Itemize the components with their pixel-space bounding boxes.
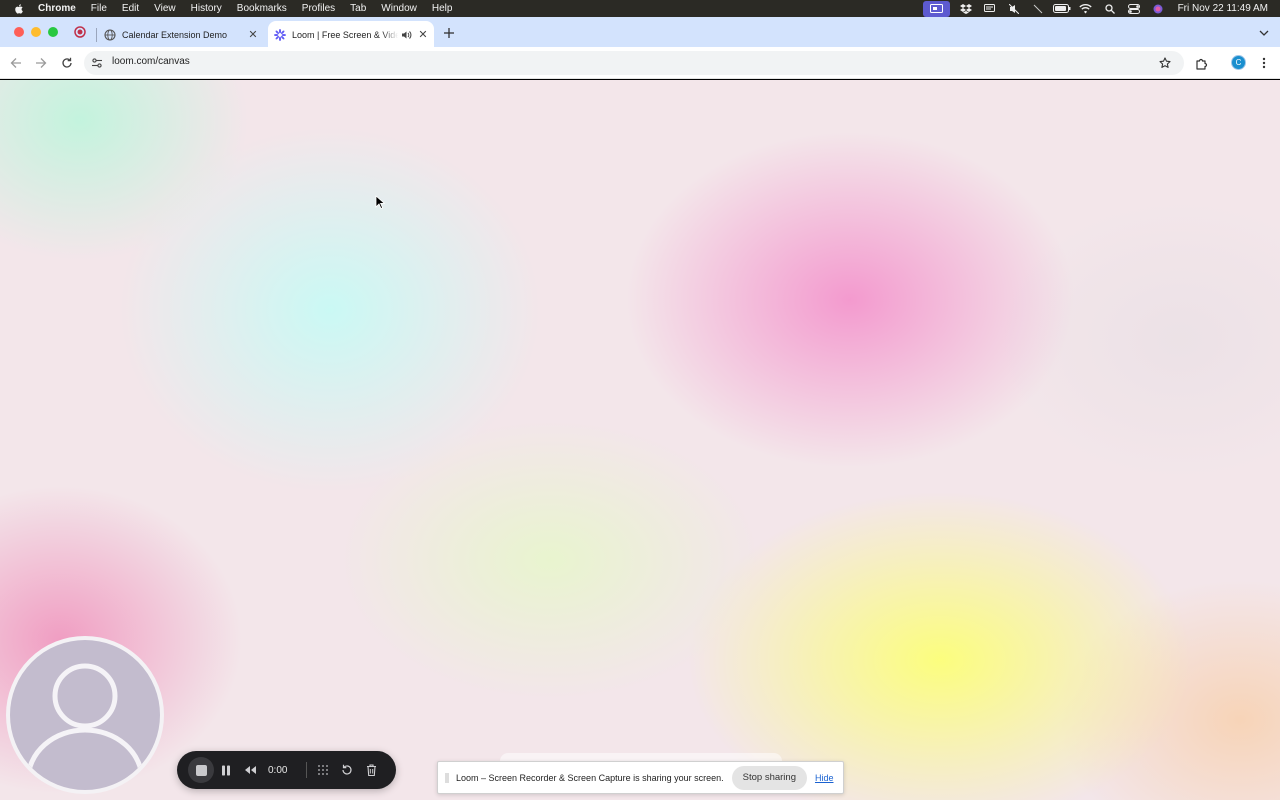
menu-view[interactable]: View (154, 3, 176, 14)
battery-icon[interactable] (1050, 0, 1074, 17)
menu-app-name[interactable]: Chrome (38, 3, 76, 14)
display-icon[interactable] (978, 0, 1002, 17)
plus-icon (444, 28, 454, 38)
menu-profiles[interactable]: Profiles (302, 3, 335, 14)
tab-loom[interactable]: Loom | Free Screen & Video Recording ✕ (268, 21, 434, 48)
kebab-menu-icon (1262, 57, 1266, 69)
menu-bookmarks[interactable]: Bookmarks (237, 3, 287, 14)
stop-sharing-button[interactable]: Stop sharing (731, 765, 807, 790)
url-text[interactable]: loom.com/canvas (112, 56, 190, 67)
back-arrow-icon (10, 58, 21, 68)
status-area: Fri Nov 22 11:49 AM (922, 0, 1268, 17)
menu-window[interactable]: Window (381, 3, 417, 14)
zoom-window-button[interactable] (48, 27, 58, 37)
menu-edit[interactable]: Edit (122, 3, 139, 14)
screen-recording-icon[interactable] (922, 0, 950, 17)
pause-button[interactable] (214, 758, 238, 782)
recording-timer: 0:00 (268, 764, 288, 776)
hide-link[interactable]: Hide (815, 773, 834, 783)
menu-tab[interactable]: Tab (350, 3, 366, 14)
controls-divider (306, 762, 307, 778)
user-avatar-icon (25, 663, 145, 781)
restart-icon (342, 764, 352, 775)
back-button[interactable] (7, 54, 25, 72)
audio-playing-icon[interactable] (400, 29, 412, 41)
wifi-icon[interactable] (1074, 0, 1098, 17)
reload-icon (62, 57, 72, 68)
loom-canvas: 0:00 Loom – Screen Recorder & Screen Cap… (0, 80, 1280, 800)
tab-calendar-extension-demo[interactable]: Calendar Extension Demo ✕ (96, 21, 264, 48)
puzzle-icon (1195, 58, 1207, 70)
mouse-cursor-icon (375, 195, 385, 209)
apple-icon[interactable] (14, 3, 28, 15)
restart-button[interactable] (335, 758, 359, 782)
browser-toolbar: loom.com/canvas C (0, 47, 1280, 79)
window-controls (14, 27, 58, 37)
dots-grid-icon (318, 765, 328, 775)
menubar-clock[interactable]: Fri Nov 22 11:49 AM (1178, 3, 1268, 14)
record-icon (74, 26, 86, 38)
profile-avatar[interactable]: C (1231, 55, 1246, 70)
control-center-icon[interactable] (1122, 0, 1146, 17)
drawing-tools-button[interactable] (311, 758, 335, 782)
site-settings-icon[interactable] (90, 56, 104, 70)
drag-handle-icon[interactable] (444, 772, 450, 784)
close-tab-icon[interactable]: ✕ (416, 28, 430, 42)
close-window-button[interactable] (14, 27, 24, 37)
tab-search-button[interactable] (1256, 25, 1272, 41)
tab-strip: Calendar Extension Demo ✕ Loom | Free Sc… (0, 17, 1280, 48)
spotlight-search-icon[interactable] (1098, 0, 1122, 17)
stop-icon (195, 764, 207, 776)
minimize-window-button[interactable] (31, 27, 41, 37)
mute-icon[interactable] (1002, 0, 1026, 17)
new-tab-button[interactable] (441, 25, 457, 41)
siri-icon[interactable] (1146, 0, 1170, 17)
bookmark-star-icon[interactable] (1158, 56, 1172, 70)
chevron-down-icon (1259, 30, 1269, 36)
pinned-tab-recording[interactable] (72, 24, 88, 40)
pause-icon (222, 765, 230, 775)
trash-icon (366, 764, 376, 776)
rewind-icon (244, 766, 256, 774)
forward-button[interactable] (32, 54, 50, 72)
close-tab-icon[interactable]: ✕ (246, 28, 260, 42)
address-bar[interactable]: loom.com/canvas (84, 51, 1184, 75)
pen-off-icon[interactable] (1026, 0, 1050, 17)
tab-title: Loom | Free Screen & Video Recording (292, 29, 398, 40)
extensions-button[interactable] (1192, 54, 1210, 72)
rewind-button[interactable] (238, 758, 262, 782)
dropbox-icon[interactable] (954, 0, 978, 17)
stop-recording-button[interactable] (188, 757, 214, 783)
camera-bubble[interactable] (6, 636, 164, 794)
recording-controls: 0:00 (177, 751, 396, 789)
loom-icon (274, 28, 286, 41)
forward-arrow-icon (36, 58, 47, 68)
menu-file[interactable]: File (91, 3, 107, 14)
screen-sharing-bar: Loom – Screen Recorder & Screen Capture … (437, 761, 844, 794)
menu-history[interactable]: History (191, 3, 222, 14)
chrome-menu-button[interactable] (1256, 54, 1272, 72)
reload-button[interactable] (58, 54, 76, 72)
macos-menu-bar: Chrome File Edit View History Bookmarks … (0, 0, 1280, 17)
globe-icon (104, 28, 116, 41)
menu-help[interactable]: Help (432, 3, 453, 14)
tab-title: Calendar Extension Demo (122, 29, 228, 40)
sharing-message: Loom – Screen Recorder & Screen Capture … (456, 772, 724, 783)
delete-recording-button[interactable] (359, 758, 383, 782)
